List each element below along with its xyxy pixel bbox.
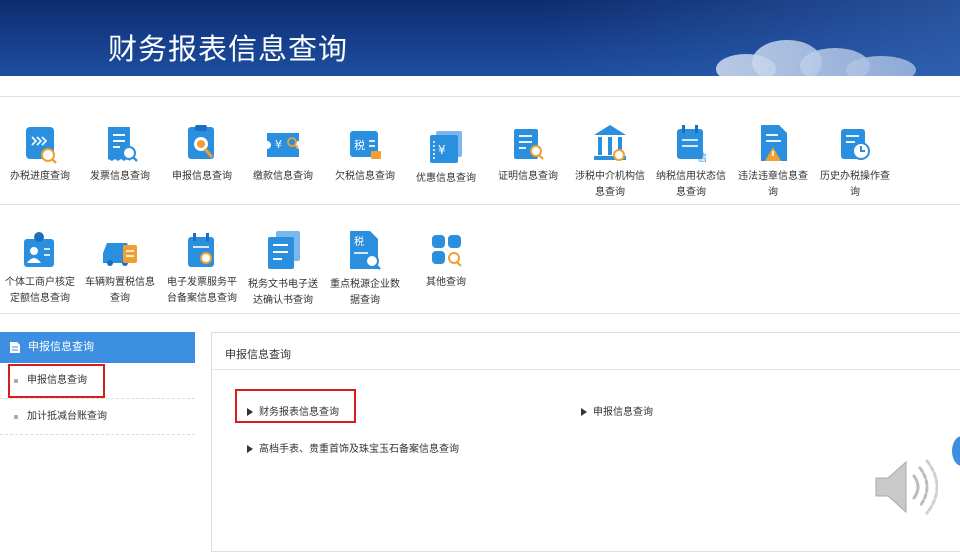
cloud-decoration bbox=[752, 40, 822, 76]
cloud-decoration bbox=[800, 48, 870, 76]
tile-label: 优惠信息查询 bbox=[416, 173, 476, 184]
vehicle-icon bbox=[103, 243, 137, 266]
history-clock-icon bbox=[841, 129, 870, 160]
document-icon bbox=[10, 342, 20, 353]
tile-label: 欠税信息查询 bbox=[335, 171, 395, 182]
svg-text:信: 信 bbox=[697, 152, 707, 164]
page-title: 财务报表信息查询 bbox=[108, 34, 349, 66]
tile-declaration[interactable]: 申报信息查询 bbox=[162, 125, 242, 185]
tile-label: 缴款信息查询 bbox=[253, 171, 313, 182]
tile-payment[interactable]: ¥ 缴款信息查询 bbox=[243, 125, 323, 185]
tile-tax-arrears[interactable]: 税 欠税信息查询 bbox=[325, 125, 405, 185]
link-declaration-info[interactable]: 申报信息查询 bbox=[581, 403, 653, 418]
tile-label: 税务文书电子送达确认书查询 bbox=[248, 279, 318, 306]
svg-text:税: 税 bbox=[354, 138, 365, 152]
tile-label: 违法违章信息查询 bbox=[738, 171, 808, 198]
highlight-box-sidebar bbox=[8, 364, 105, 398]
link-label: 高档手表、贵重首饰及珠宝玉石备案信息查询 bbox=[259, 444, 459, 455]
tile-violation[interactable]: 违法违章信息查询 bbox=[733, 123, 813, 201]
triangle-right-icon bbox=[581, 408, 587, 416]
tile-label: 办税进度查询 bbox=[10, 171, 70, 182]
tile-key-tax-source[interactable]: 税 重点税源企业数据查询 bbox=[325, 229, 405, 309]
tile-label: 重点税源企业数据查询 bbox=[330, 279, 400, 306]
tile-discount[interactable]: ¥ 优惠信息查询 bbox=[406, 127, 486, 187]
cloud-decoration bbox=[846, 56, 916, 76]
tile-label: 个体工商户核定定额信息查询 bbox=[5, 277, 75, 304]
tile-label: 涉税中介机构信息查询 bbox=[575, 171, 645, 198]
warning-document-icon bbox=[761, 125, 787, 161]
content-panel: 申报信息查询 财务报表信息查询 申报信息查询 高档手表、贵重首饰及珠宝玉石备案信… bbox=[211, 332, 960, 552]
tile-history[interactable]: 历史办税操作查询 bbox=[815, 125, 895, 201]
merchant-person-icon bbox=[24, 232, 54, 267]
highlight-box-link bbox=[235, 389, 356, 423]
svg-text:¥: ¥ bbox=[275, 138, 282, 151]
institution-building-icon bbox=[594, 125, 626, 161]
tile-label: 发票信息查询 bbox=[90, 171, 150, 182]
speaker-icon[interactable] bbox=[872, 456, 938, 518]
sidebar-item-deduction-ledger[interactable]: 加计抵减台账查询 bbox=[0, 399, 195, 435]
tile-merchant-quota[interactable]: 个体工商户核定定额信息查询 bbox=[0, 231, 80, 307]
tile-label: 车辆购置税信息查询 bbox=[85, 277, 155, 304]
tile-e-delivery[interactable]: 税务文书电子送达确认书查询 bbox=[243, 229, 323, 309]
sidebar-item-label: 加计抵减台账查询 bbox=[27, 411, 107, 422]
tax-arrears-icon: 税 bbox=[350, 131, 381, 159]
tile-label: 电子发票服务平台备案信息查询 bbox=[167, 277, 237, 304]
tile-label: 证明信息查询 bbox=[498, 171, 558, 182]
tile-invoice[interactable]: 发票信息查询 bbox=[80, 125, 160, 185]
payment-ticket-icon: ¥ bbox=[267, 133, 299, 157]
certificate-search-icon bbox=[514, 129, 544, 160]
tile-label: 其他查询 bbox=[426, 277, 466, 288]
sidebar-header[interactable]: 申报信息查询 bbox=[0, 332, 195, 363]
svg-text:¥: ¥ bbox=[438, 143, 446, 157]
documents-icon bbox=[268, 231, 300, 269]
invoice-search-icon bbox=[108, 127, 138, 162]
tile-vehicle-tax[interactable]: 车辆购置税信息查询 bbox=[80, 231, 160, 307]
tile-certificate[interactable]: 证明信息查询 bbox=[488, 125, 568, 185]
header-banner: 财务报表信息查询 bbox=[0, 0, 960, 76]
calendar-search-icon bbox=[188, 233, 214, 267]
tile-credit-status[interactable]: 信 纳税信用状态信息查询 bbox=[651, 123, 731, 201]
tile-tax-progress[interactable]: 办税进度查询 bbox=[0, 125, 80, 185]
credit-calendar-icon: 信 bbox=[677, 125, 707, 164]
panel-title: 申报信息查询 bbox=[225, 349, 291, 361]
query-icon-row-2: 个体工商户核定定额信息查询 车辆购置税信息查询 电子发票服务平台备案信息查询 税… bbox=[0, 204, 960, 314]
tax-document-search-icon: 税 bbox=[350, 231, 381, 270]
link-label: 申报信息查询 bbox=[593, 407, 653, 418]
triangle-right-icon bbox=[247, 445, 253, 453]
sidebar-header-label: 申报信息查询 bbox=[28, 341, 94, 353]
tile-other[interactable]: 其他查询 bbox=[406, 231, 486, 291]
cloud-decoration bbox=[716, 54, 776, 76]
tile-intermediary[interactable]: 涉税中介机构信息查询 bbox=[570, 123, 650, 201]
link-luxury-filing[interactable]: 高档手表、贵重首饰及珠宝玉石备案信息查询 bbox=[247, 440, 459, 455]
tile-label: 历史办税操作查询 bbox=[820, 171, 890, 198]
discount-ticket-icon: ¥ bbox=[430, 131, 462, 163]
query-icon-row-1: 办税进度查询 发票信息查询 申报信息查询 ¥ 缴款信息查询 税 欠税信息查询 ¥… bbox=[0, 96, 960, 204]
tile-label: 纳税信用状态信息查询 bbox=[656, 171, 726, 198]
declaration-search-icon bbox=[188, 125, 214, 159]
grid-search-icon bbox=[432, 235, 462, 267]
divider bbox=[212, 369, 960, 370]
svg-text:税: 税 bbox=[354, 235, 364, 248]
tile-label: 申报信息查询 bbox=[172, 171, 232, 182]
tile-e-invoice-platform[interactable]: 电子发票服务平台备案信息查询 bbox=[162, 231, 242, 307]
bullet-icon bbox=[14, 415, 18, 419]
progress-search-icon bbox=[26, 127, 57, 164]
